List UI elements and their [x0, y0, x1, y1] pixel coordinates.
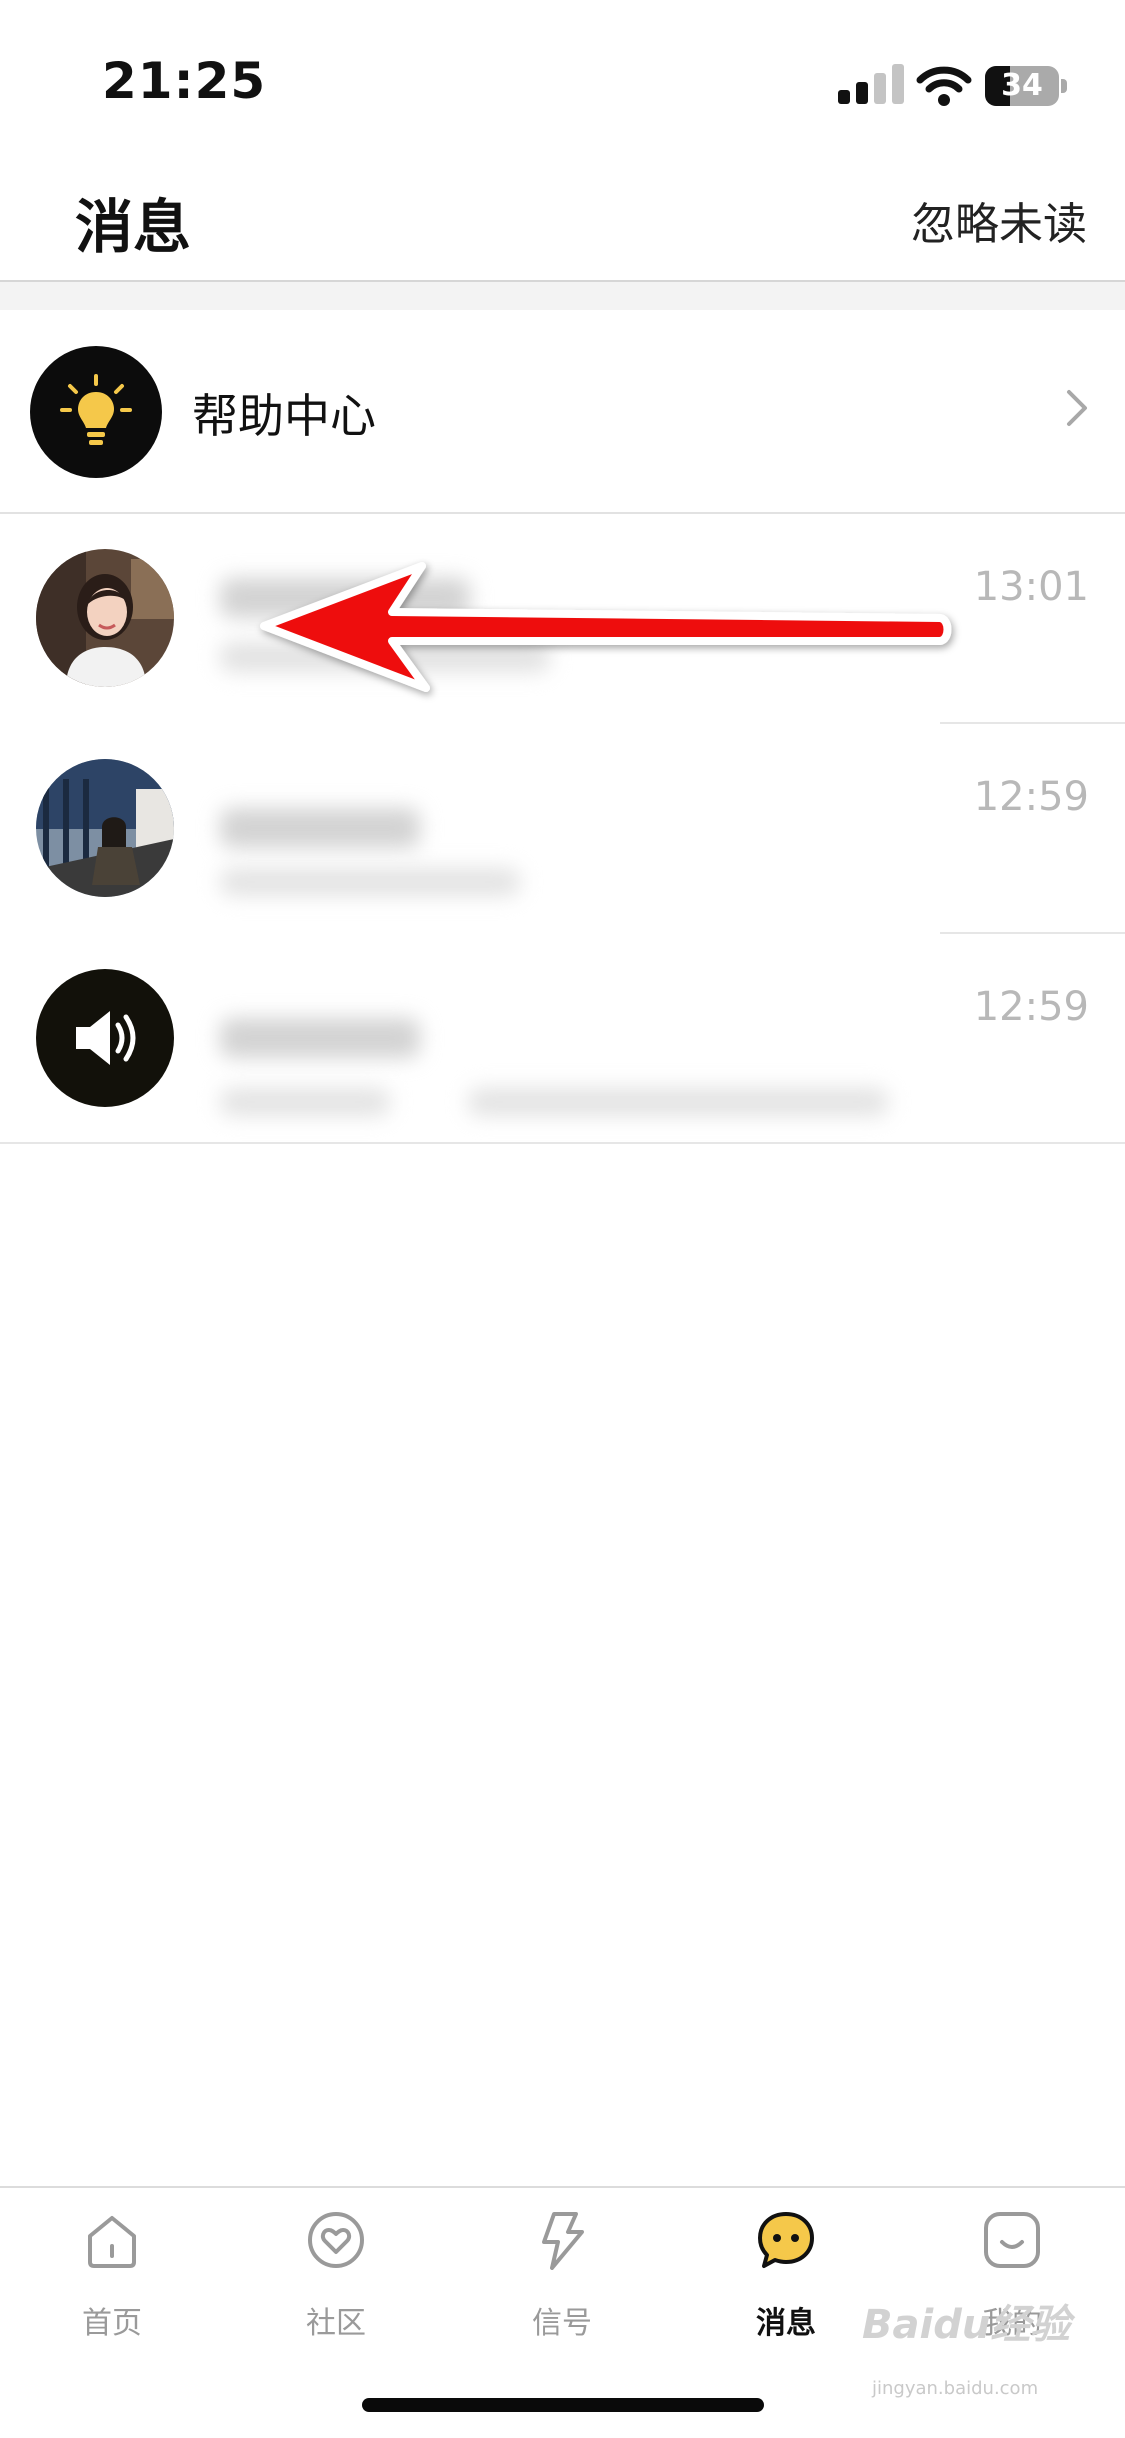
chat-bubble-icon: [758, 2212, 814, 2268]
annotation-arrow: [260, 562, 952, 692]
tab-signal[interactable]: 信号: [482, 2210, 642, 2360]
tab-label: 首页: [82, 2306, 142, 2341]
heart-circle-icon: [308, 2212, 364, 2268]
tab-label: 社区: [306, 2306, 366, 2341]
tab-home[interactable]: 首页: [32, 2210, 192, 2360]
home-icon: [88, 2216, 136, 2268]
tab-messages[interactable]: 消息: [706, 2210, 866, 2360]
baidu-watermark-url: jingyan.baidu.com: [872, 2378, 1039, 2399]
lightning-icon: [542, 2212, 584, 2270]
tab-label: 信号: [532, 2306, 592, 2341]
baidu-watermark: Baidu经验: [862, 2302, 1071, 2348]
tab-label: 消息: [756, 2306, 816, 2341]
smile-face-icon: [984, 2212, 1040, 2268]
tab-community[interactable]: 社区: [256, 2210, 416, 2360]
home-indicator[interactable]: [362, 2398, 764, 2412]
